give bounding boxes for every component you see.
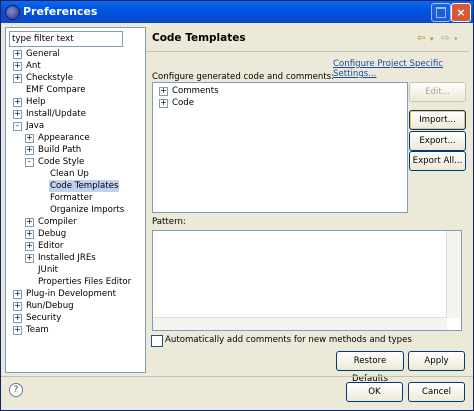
tree-item-label: Code Style bbox=[38, 157, 85, 167]
tree-item-label: Organize Imports bbox=[50, 205, 125, 215]
tree-item-label: Installed JREs bbox=[38, 253, 96, 263]
forward-menu-icon[interactable]: ▾ bbox=[454, 35, 458, 43]
tree-item-label: Code bbox=[172, 98, 195, 108]
expand-icon[interactable]: + bbox=[25, 242, 34, 251]
preferences-window: Preferences × + General + Ant + Checkstyle EMF… bbox=[0, 0, 474, 411]
tree-item-label: Appearance bbox=[38, 133, 90, 143]
expand-icon[interactable]: + bbox=[13, 302, 22, 311]
filter-input[interactable] bbox=[9, 31, 123, 47]
expand-icon[interactable]: + bbox=[13, 50, 22, 59]
tree-item-label: Comments bbox=[172, 86, 219, 96]
tree-item-label: Install/Update bbox=[26, 109, 86, 119]
expand-icon[interactable]: + bbox=[13, 74, 22, 83]
export-button[interactable]: Export... bbox=[409, 131, 466, 151]
tree-item-label: General bbox=[26, 49, 60, 59]
tree-item-label: Formatter bbox=[50, 193, 93, 203]
help-icon[interactable]: ? bbox=[9, 383, 23, 397]
window-title: Preferences bbox=[23, 5, 98, 18]
expand-icon[interactable]: + bbox=[13, 110, 22, 119]
expand-icon[interactable]: + bbox=[13, 314, 22, 323]
tree-item-label: Clean Up bbox=[50, 169, 89, 179]
tree-item-label: Team bbox=[26, 325, 49, 335]
content-panel: Code Templates ⇦ ▾ ⇨ ▾ Configure Project… bbox=[146, 27, 469, 384]
ok-button[interactable]: OK bbox=[346, 382, 403, 402]
expand-icon[interactable]: + bbox=[25, 146, 34, 155]
restore-defaults-button[interactable]: Restore Defaults bbox=[336, 351, 404, 384]
expand-icon[interactable]: + bbox=[25, 218, 34, 227]
expand-icon[interactable]: + bbox=[13, 98, 22, 107]
expand-icon[interactable]: + bbox=[25, 134, 34, 143]
export-all-button[interactable]: Export All... bbox=[409, 151, 466, 171]
expand-icon[interactable]: + bbox=[13, 62, 22, 71]
tree-item-label: Compiler bbox=[38, 217, 77, 227]
tree-item-label: Plug-in Development bbox=[26, 289, 116, 299]
page-title: Code Templates bbox=[152, 32, 246, 44]
tree-item-label: Run/Debug bbox=[26, 301, 74, 311]
footer-divider bbox=[1, 376, 473, 377]
description-label: Configure generated code and comments: bbox=[152, 72, 335, 82]
tree-item-label: Checkstyle bbox=[26, 73, 74, 83]
tree-item-label: EMF Compare bbox=[26, 85, 86, 95]
tree-item-label: Java bbox=[26, 121, 45, 131]
preferences-nav-panel: + General + Ant + Checkstyle EMF Compare + Help +… bbox=[5, 27, 146, 373]
tree-item-label: Ant bbox=[26, 61, 41, 71]
tree-item-label: Debug bbox=[38, 229, 67, 239]
pattern-textarea[interactable] bbox=[152, 230, 462, 331]
templates-tree: + Comments + Code bbox=[152, 82, 408, 213]
project-settings-link[interactable]: Configure Project Specific Settings... bbox=[333, 59, 469, 79]
import-button[interactable]: Import... bbox=[409, 110, 466, 130]
eclipse-icon bbox=[5, 5, 20, 20]
forward-arrow-icon[interactable]: ⇨ bbox=[441, 33, 449, 44]
horizontal-scrollbar[interactable] bbox=[153, 317, 447, 330]
back-arrow-icon[interactable]: ⇦ bbox=[417, 33, 425, 44]
expand-icon[interactable]: + bbox=[159, 87, 168, 96]
tree-item-label: Code Templates bbox=[49, 180, 120, 192]
title-bar[interactable]: Preferences × bbox=[1, 1, 473, 23]
tree-item-label: Build Path bbox=[38, 145, 82, 155]
tree-item-label: Help bbox=[26, 97, 46, 107]
cancel-button[interactable]: Cancel bbox=[408, 382, 465, 402]
tree-item-label: Editor bbox=[38, 241, 64, 251]
expand-icon[interactable]: + bbox=[25, 230, 34, 239]
tree-item-label: Security bbox=[26, 313, 62, 323]
pattern-label: Pattern: bbox=[152, 217, 186, 227]
tree-item-label: Properties Files Editor bbox=[38, 277, 132, 287]
expand-icon[interactable]: + bbox=[13, 290, 22, 299]
expand-icon[interactable]: + bbox=[159, 99, 168, 108]
page-header: Code Templates ⇦ ▾ ⇨ ▾ bbox=[146, 27, 469, 52]
collapse-icon[interactable]: - bbox=[13, 122, 22, 131]
apply-button[interactable]: Apply bbox=[408, 351, 465, 371]
tree-item-label: JUnit bbox=[38, 265, 59, 275]
navigation-arrows: ⇦ ▾ ⇨ ▾ bbox=[417, 32, 467, 44]
collapse-icon[interactable]: - bbox=[25, 158, 34, 167]
vertical-scrollbar[interactable] bbox=[446, 231, 461, 318]
expand-icon[interactable]: + bbox=[13, 326, 22, 335]
close-button[interactable]: × bbox=[451, 3, 471, 22]
auto-comments-label: Automatically add comments for new metho… bbox=[165, 335, 412, 345]
edit-button[interactable]: Edit... bbox=[409, 82, 466, 102]
auto-comments-checkbox[interactable] bbox=[151, 335, 163, 347]
expand-icon[interactable]: + bbox=[25, 254, 34, 263]
back-menu-icon[interactable]: ▾ bbox=[430, 35, 434, 43]
maximize-button[interactable] bbox=[431, 3, 451, 22]
